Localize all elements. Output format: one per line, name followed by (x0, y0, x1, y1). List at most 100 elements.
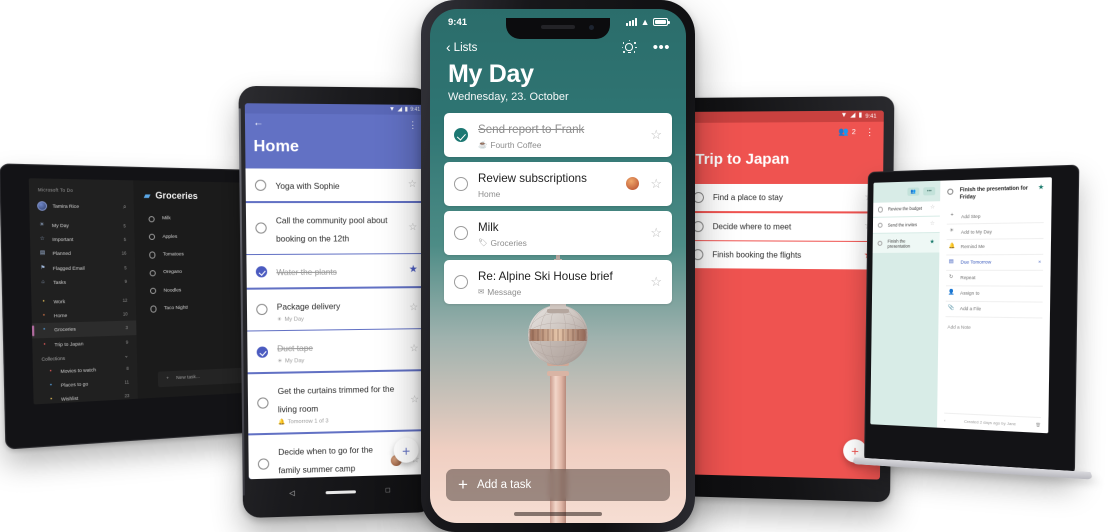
detail-action-add-file[interactable]: 📎 Add a File (945, 301, 1043, 319)
star-icon[interactable]: ☆ (410, 344, 419, 355)
wifi-icon: ▼ (388, 106, 396, 113)
home-icon: ⌂ (41, 278, 45, 286)
checkbox-icon[interactable] (149, 287, 157, 295)
back-to-lists-button[interactable]: ‹ Lists (446, 40, 477, 54)
detail-action-assign-to[interactable]: 👤 Assign to (945, 286, 1043, 303)
star-icon[interactable]: ☆ (650, 177, 662, 190)
chevron-down-icon[interactable]: ⌄ (124, 353, 129, 359)
star-icon[interactable]: ☆ (650, 128, 662, 141)
checkbox-icon[interactable] (454, 176, 468, 191)
star-icon[interactable]: ☆ (409, 302, 418, 313)
checkbox-icon[interactable] (257, 458, 270, 470)
checkbox-icon[interactable] (150, 305, 157, 313)
list-item[interactable]: Review the budget ☆ (873, 200, 941, 218)
star-icon[interactable]: ☆ (650, 275, 662, 288)
trash-icon[interactable]: 🗑 (1035, 422, 1041, 428)
list-item[interactable]: Call the community pool about booking on… (245, 202, 427, 254)
kebab-menu-icon[interactable]: ⋮ (408, 120, 417, 130)
home-nav-icon[interactable] (325, 489, 356, 494)
detail-action-add-step[interactable]: + Add Step (946, 207, 1044, 225)
star-icon[interactable]: ★ (930, 239, 935, 246)
list-item[interactable]: Finish booking the flights ★ (683, 241, 883, 270)
star-icon[interactable]: ☆ (410, 394, 419, 405)
checkbox-icon[interactable] (454, 127, 468, 142)
list-item[interactable]: Review subscriptions Home ☆ (444, 161, 672, 206)
detail-action-add-to-my-day[interactable]: ☀ Add to My Day (946, 223, 1044, 241)
list-item[interactable]: Send report to Frank ☕ Fourth Coffee ☆ (444, 112, 672, 157)
star-icon[interactable]: ☆ (408, 179, 417, 190)
checkbox-icon[interactable] (149, 269, 157, 277)
checkbox-icon[interactable] (256, 304, 268, 316)
more-options-icon[interactable]: ••• (653, 40, 670, 54)
checkbox-icon[interactable] (255, 265, 268, 278)
sidebar-item-tasks[interactable]: ⌂ Tasks 9 (31, 274, 136, 290)
star-icon[interactable]: ☆ (930, 205, 935, 212)
checkbox-icon[interactable] (256, 346, 269, 358)
iphone-screen: 9:41 ▲ ‹ Lists ••• My Day Wednesday, 23.… (430, 9, 686, 523)
sidebar-item-count: 5 (124, 264, 127, 271)
checkbox-icon[interactable] (148, 233, 156, 241)
shared-people-button[interactable]: 👥 2 (838, 127, 855, 136)
list-icon: ▪ (43, 326, 46, 334)
back-nav-icon[interactable]: ◁ (289, 489, 295, 497)
add-task-button[interactable]: + Add a task (446, 469, 670, 501)
checkbox-icon[interactable] (877, 206, 884, 213)
list-item[interactable]: Package delivery ☀ My Day ☆ (246, 287, 428, 331)
sidebar-item-important[interactable]: ☆ Important 5 (30, 233, 135, 247)
lightbulb-suggestions-icon[interactable] (621, 40, 637, 55)
list-item[interactable]: Get the curtains trimmed for the living … (247, 371, 429, 434)
home-indicator[interactable] (514, 512, 602, 516)
sidebar-item-flagged-email[interactable]: ⚑ Flagged Email 5 (31, 260, 136, 275)
checkbox-icon[interactable] (148, 215, 155, 223)
list-item[interactable]: Decide where to meet ☆ (683, 212, 883, 241)
task-meta: Fourth Coffee (490, 139, 542, 150)
list-item[interactable]: Find a place to stay ☆ (683, 183, 884, 212)
list-item[interactable]: Duct tape ☀ My Day ☆ (247, 329, 428, 373)
account-row[interactable]: Tamira Rice ⌕ (29, 198, 134, 219)
sidebar-item-label: Trip to Japan (54, 340, 84, 347)
ios-status-bar: 9:41 ▲ (430, 9, 686, 35)
status-time: 9:41 (410, 106, 421, 113)
checkbox-icon[interactable] (947, 188, 954, 195)
detail-action-due-date[interactable]: ▤ Due Tomorrow × (946, 254, 1044, 271)
star-icon[interactable]: ☆ (650, 226, 662, 239)
back-arrow-icon[interactable]: ← (253, 118, 263, 129)
checkbox-icon[interactable] (454, 274, 468, 289)
list-item[interactable]: Milk 🏷 Groceries ☆ (444, 210, 672, 255)
checkbox-icon[interactable] (254, 179, 267, 191)
detail-action-repeat[interactable]: ↻ Repeat (945, 270, 1044, 287)
star-filled-icon[interactable]: ★ (1038, 184, 1044, 192)
list-item[interactable]: Yoga with Sophie ☆ (245, 168, 427, 202)
table-row[interactable]: Oregano (145, 263, 245, 282)
list-item[interactable]: Water the plants ★ (246, 254, 427, 288)
list-item[interactable]: Finish the presentation ★ (872, 233, 940, 254)
table-row[interactable]: Milk (144, 210, 244, 229)
kebab-menu-icon[interactable]: ⋮ (865, 127, 874, 137)
dark-tablet-sidebar: Microsoft To Do Tamira Rice ⌕ ☀ My Day 5… (28, 178, 138, 405)
table-row[interactable]: Tomatoes (145, 246, 245, 264)
new-task-input[interactable]: + New task... (157, 367, 248, 388)
star-icon[interactable]: ☆ (930, 221, 935, 228)
recents-nav-icon[interactable]: □ (386, 487, 390, 494)
detail-action-remind-me[interactable]: 🔔 Remind Me (946, 239, 1044, 256)
sidebar-item-my-day[interactable]: ☀ My Day 5 (30, 218, 135, 233)
list-item[interactable]: Re: Alpine Ski House brief ✉ Message ☆ (444, 259, 672, 304)
search-icon[interactable]: ⌕ (123, 204, 127, 210)
star-icon[interactable]: ☆ (408, 222, 417, 233)
list-item[interactable]: Send the invites ☆ (872, 216, 940, 233)
table-row[interactable]: Apples (145, 228, 245, 246)
shared-people-icon[interactable]: 👥 (906, 187, 920, 196)
close-icon[interactable]: × (1038, 260, 1041, 265)
note-input[interactable]: Add a Note (945, 317, 1042, 339)
checkbox-icon[interactable] (877, 240, 883, 247)
table-row[interactable]: Noodles (146, 281, 246, 301)
checkbox-icon[interactable] (255, 222, 267, 234)
checkbox-icon[interactable] (149, 251, 156, 259)
more-options-icon[interactable]: ••• (923, 186, 936, 196)
checkbox-icon[interactable] (257, 397, 269, 410)
table-row[interactable]: Taco Night! (146, 298, 246, 318)
checkbox-icon[interactable] (454, 225, 468, 240)
sidebar-item-planned[interactable]: ▤ Planned 16 (30, 247, 135, 262)
star-icon[interactable]: ★ (409, 264, 418, 275)
checkbox-icon[interactable] (877, 222, 884, 229)
